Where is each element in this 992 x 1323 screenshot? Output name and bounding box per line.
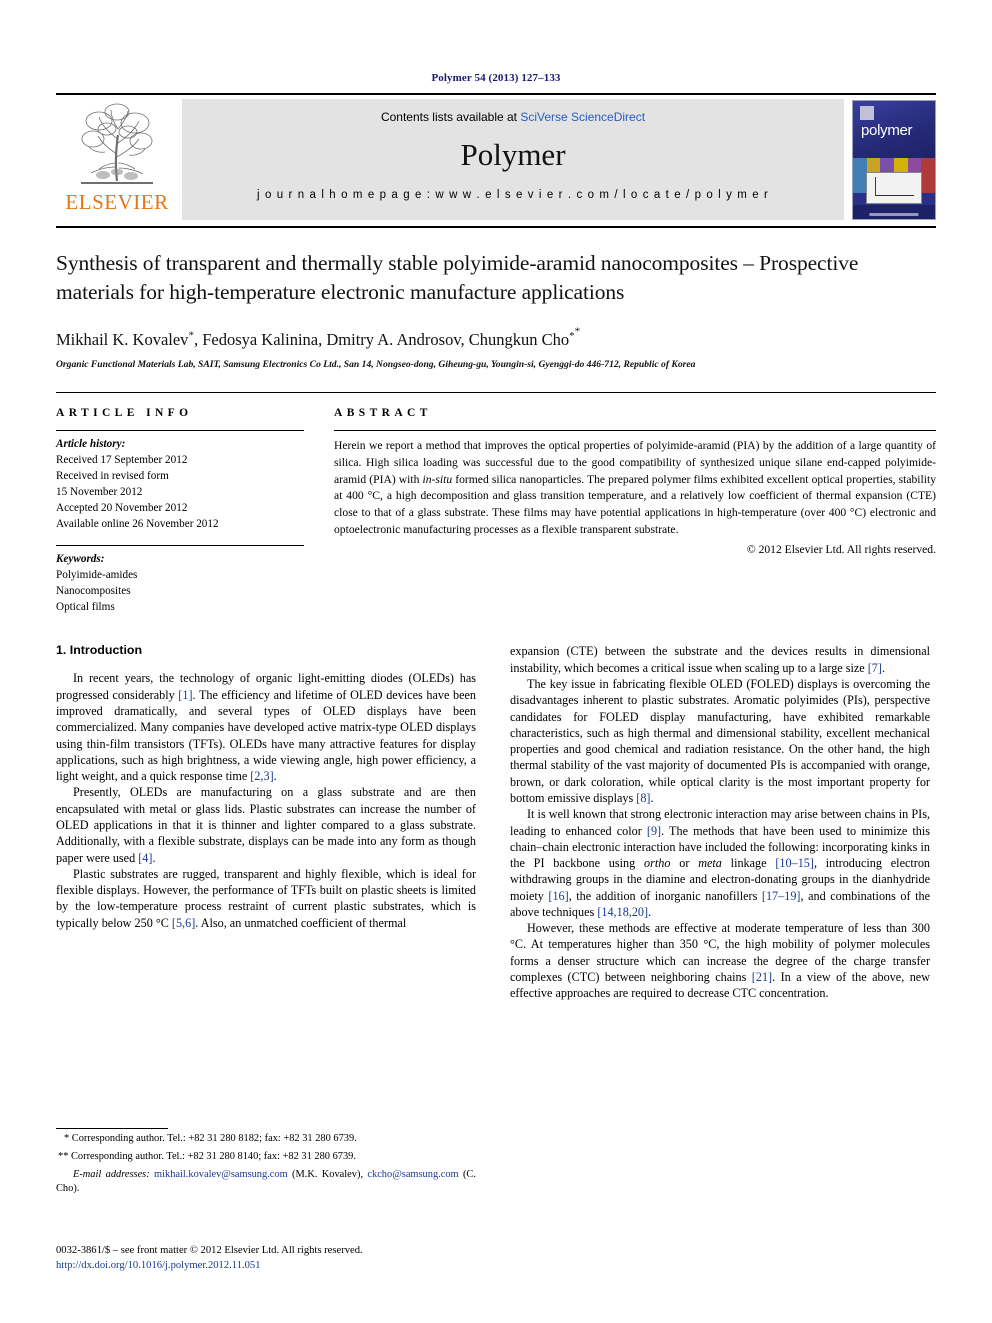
journal-homepage[interactable]: j o u r n a l h o m e p a g e : w w w . … bbox=[182, 189, 844, 201]
issn-copyright-line: 0032-3861/$ – see front matter © 2012 El… bbox=[56, 1245, 363, 1256]
article-history-label: Article history: bbox=[56, 438, 126, 451]
cover-elsevier-mark-icon bbox=[860, 106, 874, 120]
journal-cover-thumbnail[interactable]: polymer bbox=[852, 100, 936, 220]
cover-footer-line bbox=[869, 213, 919, 216]
author-list: Mikhail K. Kovalev*, Fedosya Kalinina, D… bbox=[56, 325, 581, 350]
info-abstract-block: ARTICLE INFO Article history: Received 1… bbox=[56, 392, 936, 615]
paragraph: Plastic substrates are rugged, transpare… bbox=[56, 866, 476, 930]
page-footer: 0032-3861/$ – see front matter © 2012 El… bbox=[56, 1243, 476, 1274]
article-page: Polymer 54 (2013) 127–133 ELSEVIER Conte… bbox=[0, 0, 992, 1323]
paragraph: The key issue in fabricating flexible OL… bbox=[510, 676, 930, 805]
page-title: Synthesis of transparent and thermally s… bbox=[56, 251, 859, 304]
abstract-copyright: © 2012 Elsevier Ltd. All rights reserved… bbox=[746, 543, 936, 557]
elsevier-wordmark: ELSEVIER bbox=[65, 190, 169, 214]
running-head: Polymer 54 (2013) 127–133 bbox=[431, 72, 561, 84]
masthead-bottom-rule bbox=[56, 226, 936, 228]
article-info-column: ARTICLE INFO Article history: Received 1… bbox=[56, 393, 304, 615]
cover-title: polymer bbox=[861, 122, 913, 139]
keyword-item: Nanocomposites bbox=[56, 584, 131, 597]
paragraph: In recent years, the technology of organ… bbox=[56, 671, 476, 784]
paragraph: However, these methods are effective at … bbox=[510, 921, 931, 1001]
footnote-corresponding-2: ** Corresponding author. Tel.: +82 31 28… bbox=[58, 1150, 356, 1162]
keywords-rule bbox=[56, 544, 304, 546]
keyword-item: Optical films bbox=[56, 600, 115, 613]
section-title-introduction: 1. Introduction bbox=[56, 643, 143, 658]
abstract-rule bbox=[334, 430, 936, 432]
body-left-column: 1. Introduction In recent years, the tec… bbox=[56, 643, 476, 1001]
abstract-text: Herein we report a method that improves … bbox=[334, 439, 936, 536]
keyword-item: Polyimide-amides bbox=[56, 568, 138, 581]
footnotes-block: * Corresponding author. Tel.: +82 31 280… bbox=[56, 1128, 476, 1197]
contents-available-line: Contents lists available at SciVerse Sci… bbox=[182, 99, 844, 124]
paragraph: It is well known that strong electronic … bbox=[510, 807, 931, 919]
paragraph: expansion (CTE) between the substrate an… bbox=[510, 644, 930, 675]
cover-plot-inset bbox=[866, 171, 923, 205]
sciencedirect-link[interactable]: SciVerse ScienceDirect bbox=[520, 110, 645, 124]
body-right-column: expansion (CTE) between the substrate an… bbox=[510, 643, 930, 1001]
email-link-kovalev[interactable]: mikhail.kovalev@samsung.com bbox=[154, 1169, 288, 1180]
footnote-emails: E-mail addresses: mikhail.kovalev@samsun… bbox=[56, 1168, 476, 1198]
history-item: Accepted 20 November 2012 bbox=[56, 501, 188, 514]
article-history: Article history: Received 17 September 2… bbox=[56, 437, 304, 532]
elsevier-logo: ELSEVIER bbox=[56, 95, 178, 226]
cover-bottom-panel bbox=[853, 204, 935, 219]
abstract-column: ABSTRACT Herein we report a method that … bbox=[334, 393, 936, 615]
email-link-cho[interactable]: ckcho@samsung.com bbox=[367, 1169, 458, 1180]
journal-banner: Contents lists available at SciVerse Sci… bbox=[182, 99, 844, 220]
journal-masthead: ELSEVIER Contents lists available at Sci… bbox=[56, 93, 936, 226]
journal-title: Polymer bbox=[460, 137, 566, 172]
history-item: 15 November 2012 bbox=[56, 486, 143, 499]
footnote-corresponding-1: * Corresponding author. Tel.: +82 31 280… bbox=[64, 1133, 357, 1144]
abstract-heading: ABSTRACT bbox=[334, 407, 432, 420]
article-info-heading: ARTICLE INFO bbox=[56, 407, 193, 420]
history-item: Received 17 September 2012 bbox=[56, 454, 188, 467]
contents-prefix: Contents lists available at bbox=[380, 110, 521, 124]
body-columns: 1. Introduction In recent years, the tec… bbox=[56, 643, 936, 1001]
paragraph: Presently, OLEDs are manufacturing on a … bbox=[56, 785, 476, 865]
history-item: Received in revised form bbox=[56, 470, 169, 483]
keywords-block: Keywords: Polyimide-amides Nanocomposite… bbox=[56, 552, 304, 616]
affiliation: Organic Functional Materials Lab, SAIT, … bbox=[56, 359, 696, 371]
footnote-separator bbox=[56, 1128, 168, 1129]
article-info-rule bbox=[56, 430, 304, 432]
email-owner-1: (M.K. Kovalev), bbox=[292, 1168, 364, 1180]
history-item: Available online 26 November 2012 bbox=[56, 517, 219, 530]
elsevier-tree-icon bbox=[81, 103, 153, 184]
email-addresses-label: E-mail addresses: bbox=[73, 1168, 150, 1180]
keywords-label: Keywords: bbox=[56, 552, 105, 565]
doi-link[interactable]: http://dx.doi.org/10.1016/j.polymer.2012… bbox=[56, 1258, 476, 1273]
